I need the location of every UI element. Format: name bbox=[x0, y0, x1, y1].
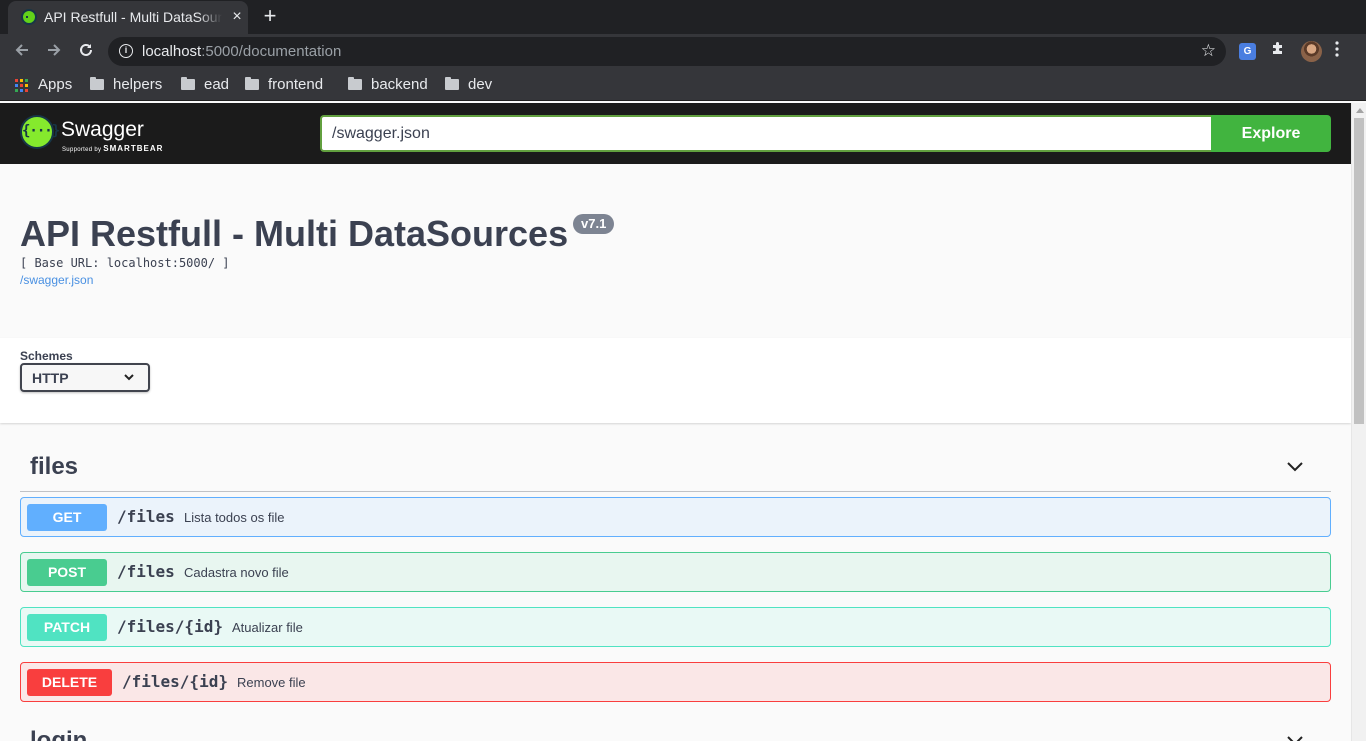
method-badge: POST bbox=[27, 559, 107, 586]
api-title: API Restfull - Multi DataSources bbox=[20, 213, 569, 254]
bookmark-dev[interactable]: dev bbox=[445, 76, 492, 94]
explore-button[interactable]: Explore bbox=[1211, 115, 1331, 152]
operation-path: /files/{id} bbox=[122, 672, 228, 691]
swagger-logo-icon[interactable]: {···} bbox=[20, 115, 60, 149]
tab-title: API Restfull - Multi DataSources bbox=[44, 9, 222, 27]
browser-toolbar: i localhost:5000/documentation ☆ G bbox=[0, 34, 1366, 69]
page-viewport: {···} Swagger Supported by SMARTBEAR /sw… bbox=[0, 103, 1351, 741]
browser-menu-icon[interactable] bbox=[1334, 40, 1340, 63]
method-badge: PATCH bbox=[27, 614, 107, 641]
reload-icon[interactable] bbox=[72, 38, 100, 66]
swagger-favicon-icon bbox=[21, 9, 37, 25]
operation-path: /files/{id} bbox=[117, 617, 223, 636]
chevron-down-icon bbox=[1287, 736, 1303, 741]
folder-icon bbox=[90, 77, 104, 90]
browser-tab-strip: API Restfull - Multi DataSources × + bbox=[0, 0, 1366, 34]
folder-icon bbox=[181, 77, 195, 90]
operation-path: /files bbox=[117, 507, 175, 526]
chevron-down-icon bbox=[1287, 462, 1303, 472]
close-tab-icon[interactable]: × bbox=[228, 8, 246, 26]
spec-link[interactable]: /swagger.json bbox=[20, 273, 93, 287]
bookmark-star-icon[interactable]: ☆ bbox=[1201, 41, 1216, 61]
bookmark-helpers[interactable]: helpers bbox=[90, 76, 162, 94]
spec-url-input[interactable]: /swagger.json bbox=[320, 115, 1211, 152]
bookmarks-bar: Apps helpers ead frontend backend dev bbox=[0, 69, 1366, 101]
operation-get-files[interactable]: GET /files Lista todos os file bbox=[20, 497, 1331, 537]
translate-extension-icon[interactable]: G bbox=[1239, 43, 1256, 60]
operation-summary: Remove file bbox=[237, 675, 306, 690]
back-arrow-icon[interactable] bbox=[8, 38, 36, 66]
swagger-logo-text: Swagger bbox=[61, 118, 144, 141]
folder-icon bbox=[245, 77, 259, 90]
scroll-thumb[interactable] bbox=[1354, 118, 1364, 424]
site-info-icon[interactable]: i bbox=[119, 44, 133, 58]
bookmark-apps[interactable]: Apps bbox=[38, 76, 72, 94]
tag-section-files[interactable]: files bbox=[20, 445, 1331, 492]
operation-summary: Cadastra novo file bbox=[184, 565, 289, 580]
address-bar[interactable]: i localhost:5000/documentation ☆ bbox=[108, 37, 1226, 66]
operation-path: /files bbox=[117, 562, 175, 581]
section-title: login bbox=[30, 727, 88, 741]
version-badge: v7.1 bbox=[573, 214, 615, 234]
operation-delete-files-id[interactable]: DELETE /files/{id} Remove file bbox=[20, 662, 1331, 702]
operation-summary: Atualizar file bbox=[232, 620, 303, 635]
swagger-logo-tagline: Supported by SMARTBEAR bbox=[62, 144, 164, 153]
profile-avatar[interactable] bbox=[1301, 41, 1322, 62]
swagger-topbar: {···} Swagger Supported by SMARTBEAR /sw… bbox=[0, 103, 1351, 164]
apps-grid-icon[interactable] bbox=[15, 79, 28, 92]
forward-arrow-icon[interactable] bbox=[40, 38, 68, 66]
method-badge: DELETE bbox=[27, 669, 112, 696]
schemes-container: Schemes HTTP bbox=[0, 338, 1351, 423]
schemes-selected-value: HTTP bbox=[32, 370, 69, 386]
section-title: files bbox=[30, 453, 79, 480]
schemes-label: Schemes bbox=[20, 349, 73, 363]
bookmark-ead[interactable]: ead bbox=[181, 76, 229, 94]
address-url: localhost:5000/documentation bbox=[142, 43, 342, 60]
scroll-up-arrow-icon[interactable] bbox=[1356, 108, 1364, 113]
bookmark-backend[interactable]: backend bbox=[348, 76, 428, 94]
page-scrollbar[interactable] bbox=[1351, 103, 1366, 741]
bookmark-frontend[interactable]: frontend bbox=[245, 76, 323, 94]
extensions-puzzle-icon[interactable] bbox=[1270, 40, 1286, 61]
operation-patch-files-id[interactable]: PATCH /files/{id} Atualizar file bbox=[20, 607, 1331, 647]
base-url: [ Base URL: localhost:5000/ ] bbox=[20, 256, 230, 270]
chevron-down-icon bbox=[124, 374, 134, 381]
browser-tab-active[interactable]: API Restfull - Multi DataSources × bbox=[8, 1, 248, 34]
schemes-select[interactable]: HTTP bbox=[20, 363, 150, 392]
new-tab-button[interactable]: + bbox=[256, 3, 284, 31]
folder-icon bbox=[445, 77, 459, 90]
operation-summary: Lista todos os file bbox=[184, 510, 285, 525]
operation-post-files[interactable]: POST /files Cadastra novo file bbox=[20, 552, 1331, 592]
folder-icon bbox=[348, 77, 362, 90]
method-badge: GET bbox=[27, 504, 107, 531]
tag-section-login[interactable]: login bbox=[20, 719, 1331, 741]
